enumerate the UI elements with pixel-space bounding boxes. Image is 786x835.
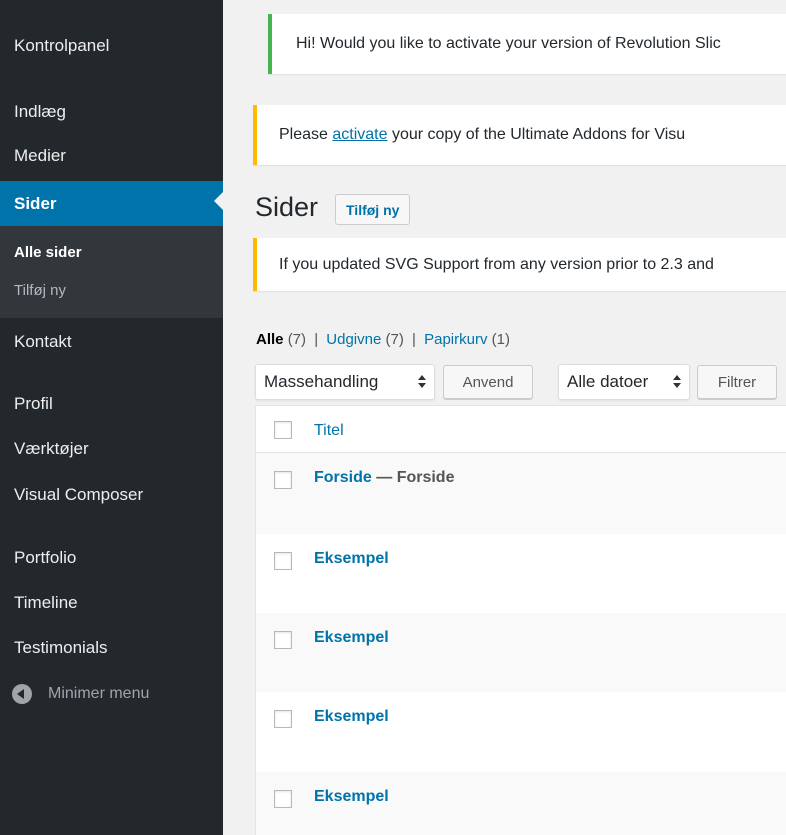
menu-item-medier[interactable]: Medier (0, 136, 223, 176)
table-row: Eksempel (256, 534, 786, 613)
menu-item-label: Timeline (14, 593, 78, 612)
row-title-link[interactable]: Eksempel (314, 629, 389, 647)
row-title-link[interactable]: Forside (314, 469, 372, 486)
table-row: Eksempel (256, 772, 786, 835)
post-state-label: — Forside (371, 469, 455, 486)
row-title-link[interactable]: Eksempel (314, 550, 389, 568)
row-title-cell: Forside — Forside (314, 469, 454, 487)
date-filter-select[interactable]: Alle datoer (558, 364, 690, 400)
menu-item-label: Medier (14, 146, 66, 165)
collapse-menu-button[interactable]: Minimer menu (12, 684, 149, 704)
menu-item-label: Profil (14, 394, 53, 413)
select-arrows-icon (418, 374, 426, 390)
table-row: Eksempel (256, 613, 786, 692)
bulk-action-select[interactable]: Massehandling (255, 364, 435, 400)
admin-sidebar: Kontrolpanel Indlæg Medier Sider Alle si… (0, 0, 223, 835)
filter-separator: | (412, 331, 416, 348)
menu-item-visual-composer[interactable]: Visual Composer (0, 475, 223, 515)
menu-item-indlaeg[interactable]: Indlæg (0, 92, 223, 132)
filter-separator: | (314, 331, 319, 348)
ultimate-addons-notice: Please activate your copy of the Ultimat… (253, 105, 786, 165)
collapse-menu-label: Minimer menu (48, 685, 150, 702)
menu-item-sider[interactable]: Sider (0, 181, 223, 226)
revslider-notice: Hi! Would you like to activate your vers… (268, 14, 786, 74)
filter-published-link[interactable]: Udgivne (7) (326, 331, 404, 348)
pages-table: Titel Forside — Forside Eksempel Eksempe… (255, 405, 786, 835)
filter-published-label: Udgivne (326, 331, 382, 348)
filter-all-label: Alle (256, 331, 284, 348)
row-title-link[interactable]: Eksempel (314, 788, 389, 806)
revslider-notice-text: Hi! Would you like to activate your vers… (296, 35, 721, 52)
page-title: Sider (255, 192, 319, 222)
svg-support-notice: If you updated SVG Support from any vers… (253, 238, 786, 291)
notice-text-after: your copy of the Ultimate Addons for Vis… (387, 126, 686, 143)
menu-item-label: Kontakt (14, 332, 72, 351)
menu-item-portfolio[interactable]: Portfolio (0, 538, 223, 578)
filter-all-link[interactable]: Alle (7) (256, 331, 306, 348)
table-header-row: Titel (256, 406, 786, 453)
row-checkbox[interactable] (274, 710, 292, 728)
row-checkbox[interactable] (274, 471, 292, 489)
row-checkbox[interactable] (274, 790, 292, 808)
menu-item-label: Sider (14, 193, 57, 213)
menu-item-label: Indlæg (14, 102, 66, 121)
activate-link[interactable]: activate (332, 126, 387, 144)
row-title-link[interactable]: Eksempel (314, 708, 389, 726)
table-row: Forside — Forside (256, 453, 786, 534)
submenu-sider: Alle sider Tilføj ny (0, 226, 223, 318)
menu-item-label: Visual Composer (14, 485, 144, 504)
filter-published-count: (7) (385, 331, 404, 348)
menu-item-profil[interactable]: Profil (0, 384, 223, 424)
submenu-item-alle-sider[interactable]: Alle sider (14, 244, 82, 261)
date-filter-value: Alle datoer (567, 372, 649, 391)
menu-item-kontakt[interactable]: Kontakt (0, 322, 223, 362)
menu-item-label: Kontrolpanel (14, 36, 110, 55)
notice-text-before: Please (279, 126, 333, 143)
filter-all-count: (7) (287, 331, 307, 348)
svg-support-notice-text: If you updated SVG Support from any vers… (279, 255, 714, 273)
filter-trash-label: Papirkurv (424, 331, 488, 348)
collapse-arrow-icon (12, 684, 32, 704)
menu-item-label: Portfolio (14, 548, 77, 567)
table-row: Eksempel (256, 692, 786, 772)
menu-item-vaerktoejer[interactable]: Værktøjer (0, 429, 223, 469)
submenu-item-tilfoej-ny[interactable]: Tilføj ny (14, 282, 66, 299)
select-all-checkbox[interactable] (274, 421, 292, 439)
select-arrows-icon (673, 374, 681, 390)
menu-item-kontrolpanel[interactable]: Kontrolpanel (0, 26, 223, 66)
filter-button[interactable]: Filtrer (697, 365, 777, 399)
row-checkbox[interactable] (274, 631, 292, 649)
apply-button[interactable]: Anvend (443, 365, 533, 399)
column-title-sort-link[interactable]: Titel (314, 422, 344, 440)
filter-trash-count: (1) (491, 331, 510, 348)
menu-item-label: Værktøjer (14, 439, 89, 458)
menu-item-testimonials[interactable]: Testimonials (0, 628, 223, 668)
filter-trash-link[interactable]: Papirkurv (1) (424, 331, 510, 348)
status-filter-links: Alle (7) | Udgivne (7) | Papirkurv (1) (256, 331, 510, 348)
row-checkbox[interactable] (274, 552, 292, 570)
add-new-page-button[interactable]: Tilføj ny (335, 194, 411, 225)
menu-item-label: Testimonials (14, 638, 108, 657)
bulk-action-value: Massehandling (264, 372, 379, 391)
menu-item-timeline[interactable]: Timeline (0, 583, 223, 623)
